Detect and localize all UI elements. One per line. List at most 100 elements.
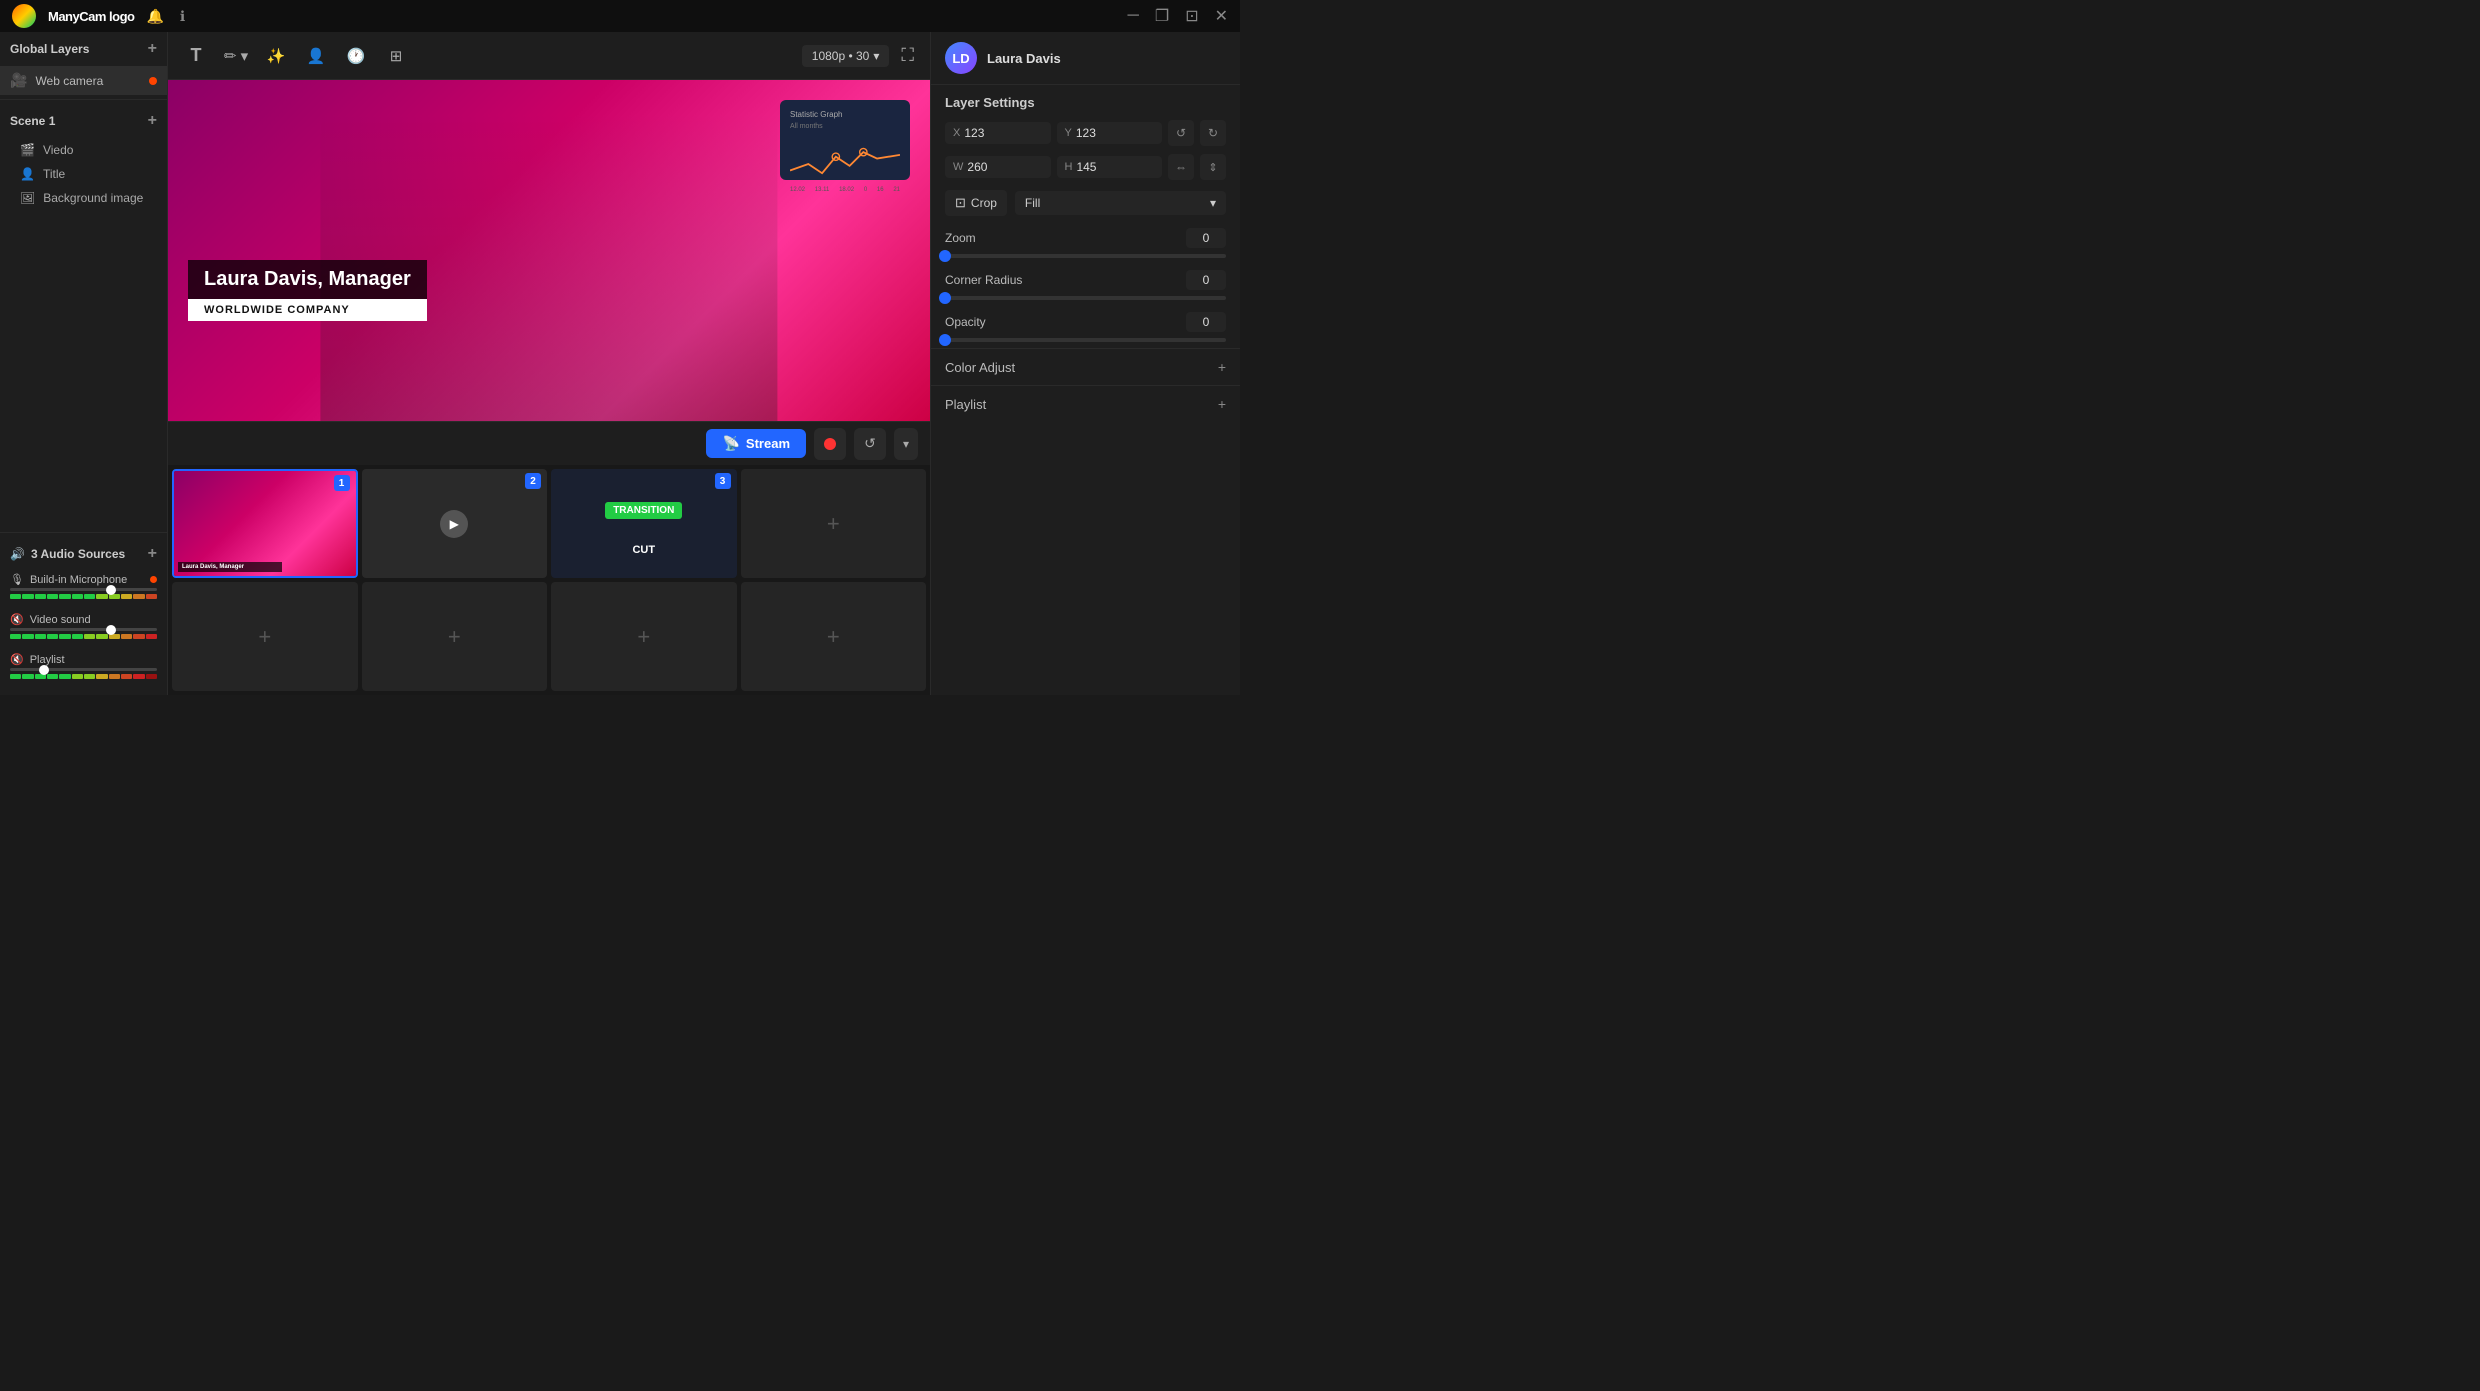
redo-position-button[interactable]: ↻ — [1200, 120, 1226, 146]
preview-canvas: Statistic Graph All months 12.0213.1118.… — [168, 80, 930, 421]
app-name: ManyCam logo — [48, 9, 134, 24]
scene-thumb-add-4[interactable]: + — [741, 469, 927, 578]
sidebar-item-title[interactable]: 👤 Title — [0, 162, 167, 186]
sidebar-item-webcam[interactable]: 🎥 Web camera — [0, 66, 167, 95]
audio-source-mic: 🎙 Build-in Microphone — [0, 569, 167, 609]
stream-chevron-button[interactable]: ▾ — [894, 428, 918, 460]
video-slider[interactable] — [10, 628, 157, 631]
corner-radius-label: Corner Radius — [945, 273, 1022, 287]
clock-tool-button[interactable]: 🕐 — [340, 40, 372, 72]
zoom-slider-track[interactable] — [945, 254, 1226, 258]
x-label: X — [953, 127, 960, 139]
name-bar: Laura Davis, Manager WORLDWIDE COMPANY — [188, 260, 427, 321]
opacity-slider-section: Opacity 0 — [931, 306, 1240, 348]
fill-label: Fill — [1025, 196, 1040, 210]
add-global-layer-button[interactable]: + — [148, 40, 157, 58]
video-slider-thumb[interactable] — [106, 625, 116, 635]
close-button[interactable]: ✕ — [1215, 6, 1228, 26]
scene-thumb-1[interactable]: Laura Davis, Manager 1 — [172, 469, 358, 578]
scene-thumb-3[interactable]: TRANSITION CUT 3 — [551, 469, 737, 578]
playlist-slider[interactable] — [10, 668, 157, 671]
user-name: Laura Davis — [987, 51, 1061, 66]
graph-widget: Statistic Graph All months 12.0213.1118.… — [780, 100, 910, 180]
scene-2-preview: ▶ — [362, 469, 548, 578]
add-scene-7-icon: + — [637, 624, 650, 650]
toolbar: T ✏ ▾ ✨ 👤 🕐 ⊞ 1080p • 30 ▾ ⛶ — [168, 32, 930, 80]
reset-position-button[interactable]: ↺ — [1168, 120, 1194, 146]
brush-tool-button[interactable]: ✏ ▾ — [220, 40, 252, 72]
titlebar: ManyCam logo 🔔 ℹ ─ ❐ ⊡ ✕ — [0, 0, 1240, 32]
scene-thumb-add-6[interactable]: + — [362, 582, 548, 691]
scene-3-transition-badge: TRANSITION — [605, 502, 682, 519]
zoom-slider-thumb[interactable] — [939, 250, 951, 262]
magic-tool-button[interactable]: ✨ — [260, 40, 292, 72]
app-body: Global Layers + 🎥 Web camera Scene 1 + 🎬… — [0, 32, 1240, 695]
scene-thumb-add-8[interactable]: + — [741, 582, 927, 691]
crop-label: Crop — [971, 196, 997, 210]
opacity-slider-thumb[interactable] — [939, 334, 951, 346]
playlist-name-row: 🔇 Playlist — [10, 653, 157, 666]
meter-bar-orange-1 — [121, 594, 132, 599]
user-header: LD Laura Davis — [931, 32, 1240, 85]
color-adjust-plus-icon: + — [1218, 359, 1226, 375]
add-scene-layer-button[interactable]: + — [148, 112, 157, 130]
video-sound-name-row: 🔇 Video sound — [10, 613, 157, 626]
playlist-panel-label: Playlist — [945, 397, 986, 412]
fullscreen-button[interactable]: ⛶ — [897, 41, 918, 70]
mic-icon: 🎙 — [10, 573, 24, 586]
zoom-label-row: Zoom 0 — [945, 228, 1226, 248]
fill-select[interactable]: Fill ▾ — [1015, 191, 1226, 215]
bg-image-icon: 🖼 — [20, 191, 35, 205]
stream-button[interactable]: 📡 Stream — [706, 429, 806, 458]
grid-tool-button[interactable]: ⊞ — [380, 40, 412, 72]
mic-slider[interactable] — [10, 588, 157, 591]
meter-bar-green-3 — [35, 594, 46, 599]
fit-width-button[interactable]: ⇔ — [1168, 154, 1194, 180]
text-tool-button[interactable]: T — [180, 40, 212, 72]
center-panel: T ✏ ▾ ✨ 👤 🕐 ⊞ 1080p • 30 ▾ ⛶ Statistic G… — [168, 32, 930, 695]
maximize-button[interactable]: ⊡ — [1185, 6, 1198, 26]
resolution-value: 1080p • 30 — [812, 49, 870, 63]
titlebar-icons: 🔔 ℹ — [146, 8, 185, 25]
y-field: Y 123 — [1057, 122, 1163, 144]
crop-button[interactable]: ⊡ Crop — [945, 190, 1007, 216]
meter-bar-green-1 — [10, 594, 21, 599]
scene-thumb-add-7[interactable]: + — [551, 582, 737, 691]
corner-radius-label-row: Corner Radius 0 — [945, 270, 1226, 290]
resolution-button[interactable]: 1080p • 30 ▾ — [802, 45, 890, 67]
scene-thumb-add-5[interactable]: + — [172, 582, 358, 691]
add-scene-4-icon: + — [827, 511, 840, 537]
x-field: X 123 — [945, 122, 1051, 144]
app-logo-icon — [12, 4, 36, 28]
right-panel: LD Laura Davis Layer Settings X 123 Y 12… — [930, 32, 1240, 695]
scene-2-number: 2 — [525, 473, 541, 489]
mic-slider-thumb[interactable] — [106, 585, 116, 595]
person-tool-button[interactable]: 👤 — [300, 40, 332, 72]
corner-radius-slider-track[interactable] — [945, 296, 1226, 300]
color-adjust-section[interactable]: Color Adjust + — [931, 348, 1240, 385]
scene-thumb-2[interactable]: ▶ 2 — [362, 469, 548, 578]
record-button[interactable] — [814, 428, 846, 460]
sidebar-item-viedo[interactable]: 🎬 Viedo — [0, 138, 167, 162]
crop-icon: ⊡ — [955, 195, 966, 211]
add-audio-source-button[interactable]: + — [148, 545, 157, 563]
sidebar-item-background-image[interactable]: 🖼 Background image — [0, 186, 167, 210]
h-field: H 145 — [1057, 156, 1163, 178]
meter-bar-orange-2 — [133, 594, 144, 599]
playlist-section[interactable]: Playlist + — [931, 385, 1240, 422]
restore-button[interactable]: ❐ — [1155, 6, 1169, 26]
opacity-slider-track[interactable] — [945, 338, 1226, 342]
h-value: 145 — [1076, 160, 1154, 174]
minimize-button[interactable]: ─ — [1128, 7, 1139, 25]
info-icon[interactable]: ℹ — [180, 8, 185, 25]
bell-icon[interactable]: 🔔 — [146, 8, 163, 25]
refresh-button[interactable]: ↺ — [854, 428, 886, 460]
chevron-down-icon: ▾ — [903, 437, 909, 451]
fit-height-button[interactable]: ⇕ — [1200, 154, 1226, 180]
window-controls: ─ ❐ ⊡ ✕ — [1128, 6, 1229, 26]
x-value: 123 — [964, 126, 1042, 140]
crop-fill-row: ⊡ Crop Fill ▾ — [931, 184, 1240, 222]
mic-meter — [10, 594, 157, 599]
w-field: W 260 — [945, 156, 1051, 178]
corner-radius-slider-thumb[interactable] — [939, 292, 951, 304]
